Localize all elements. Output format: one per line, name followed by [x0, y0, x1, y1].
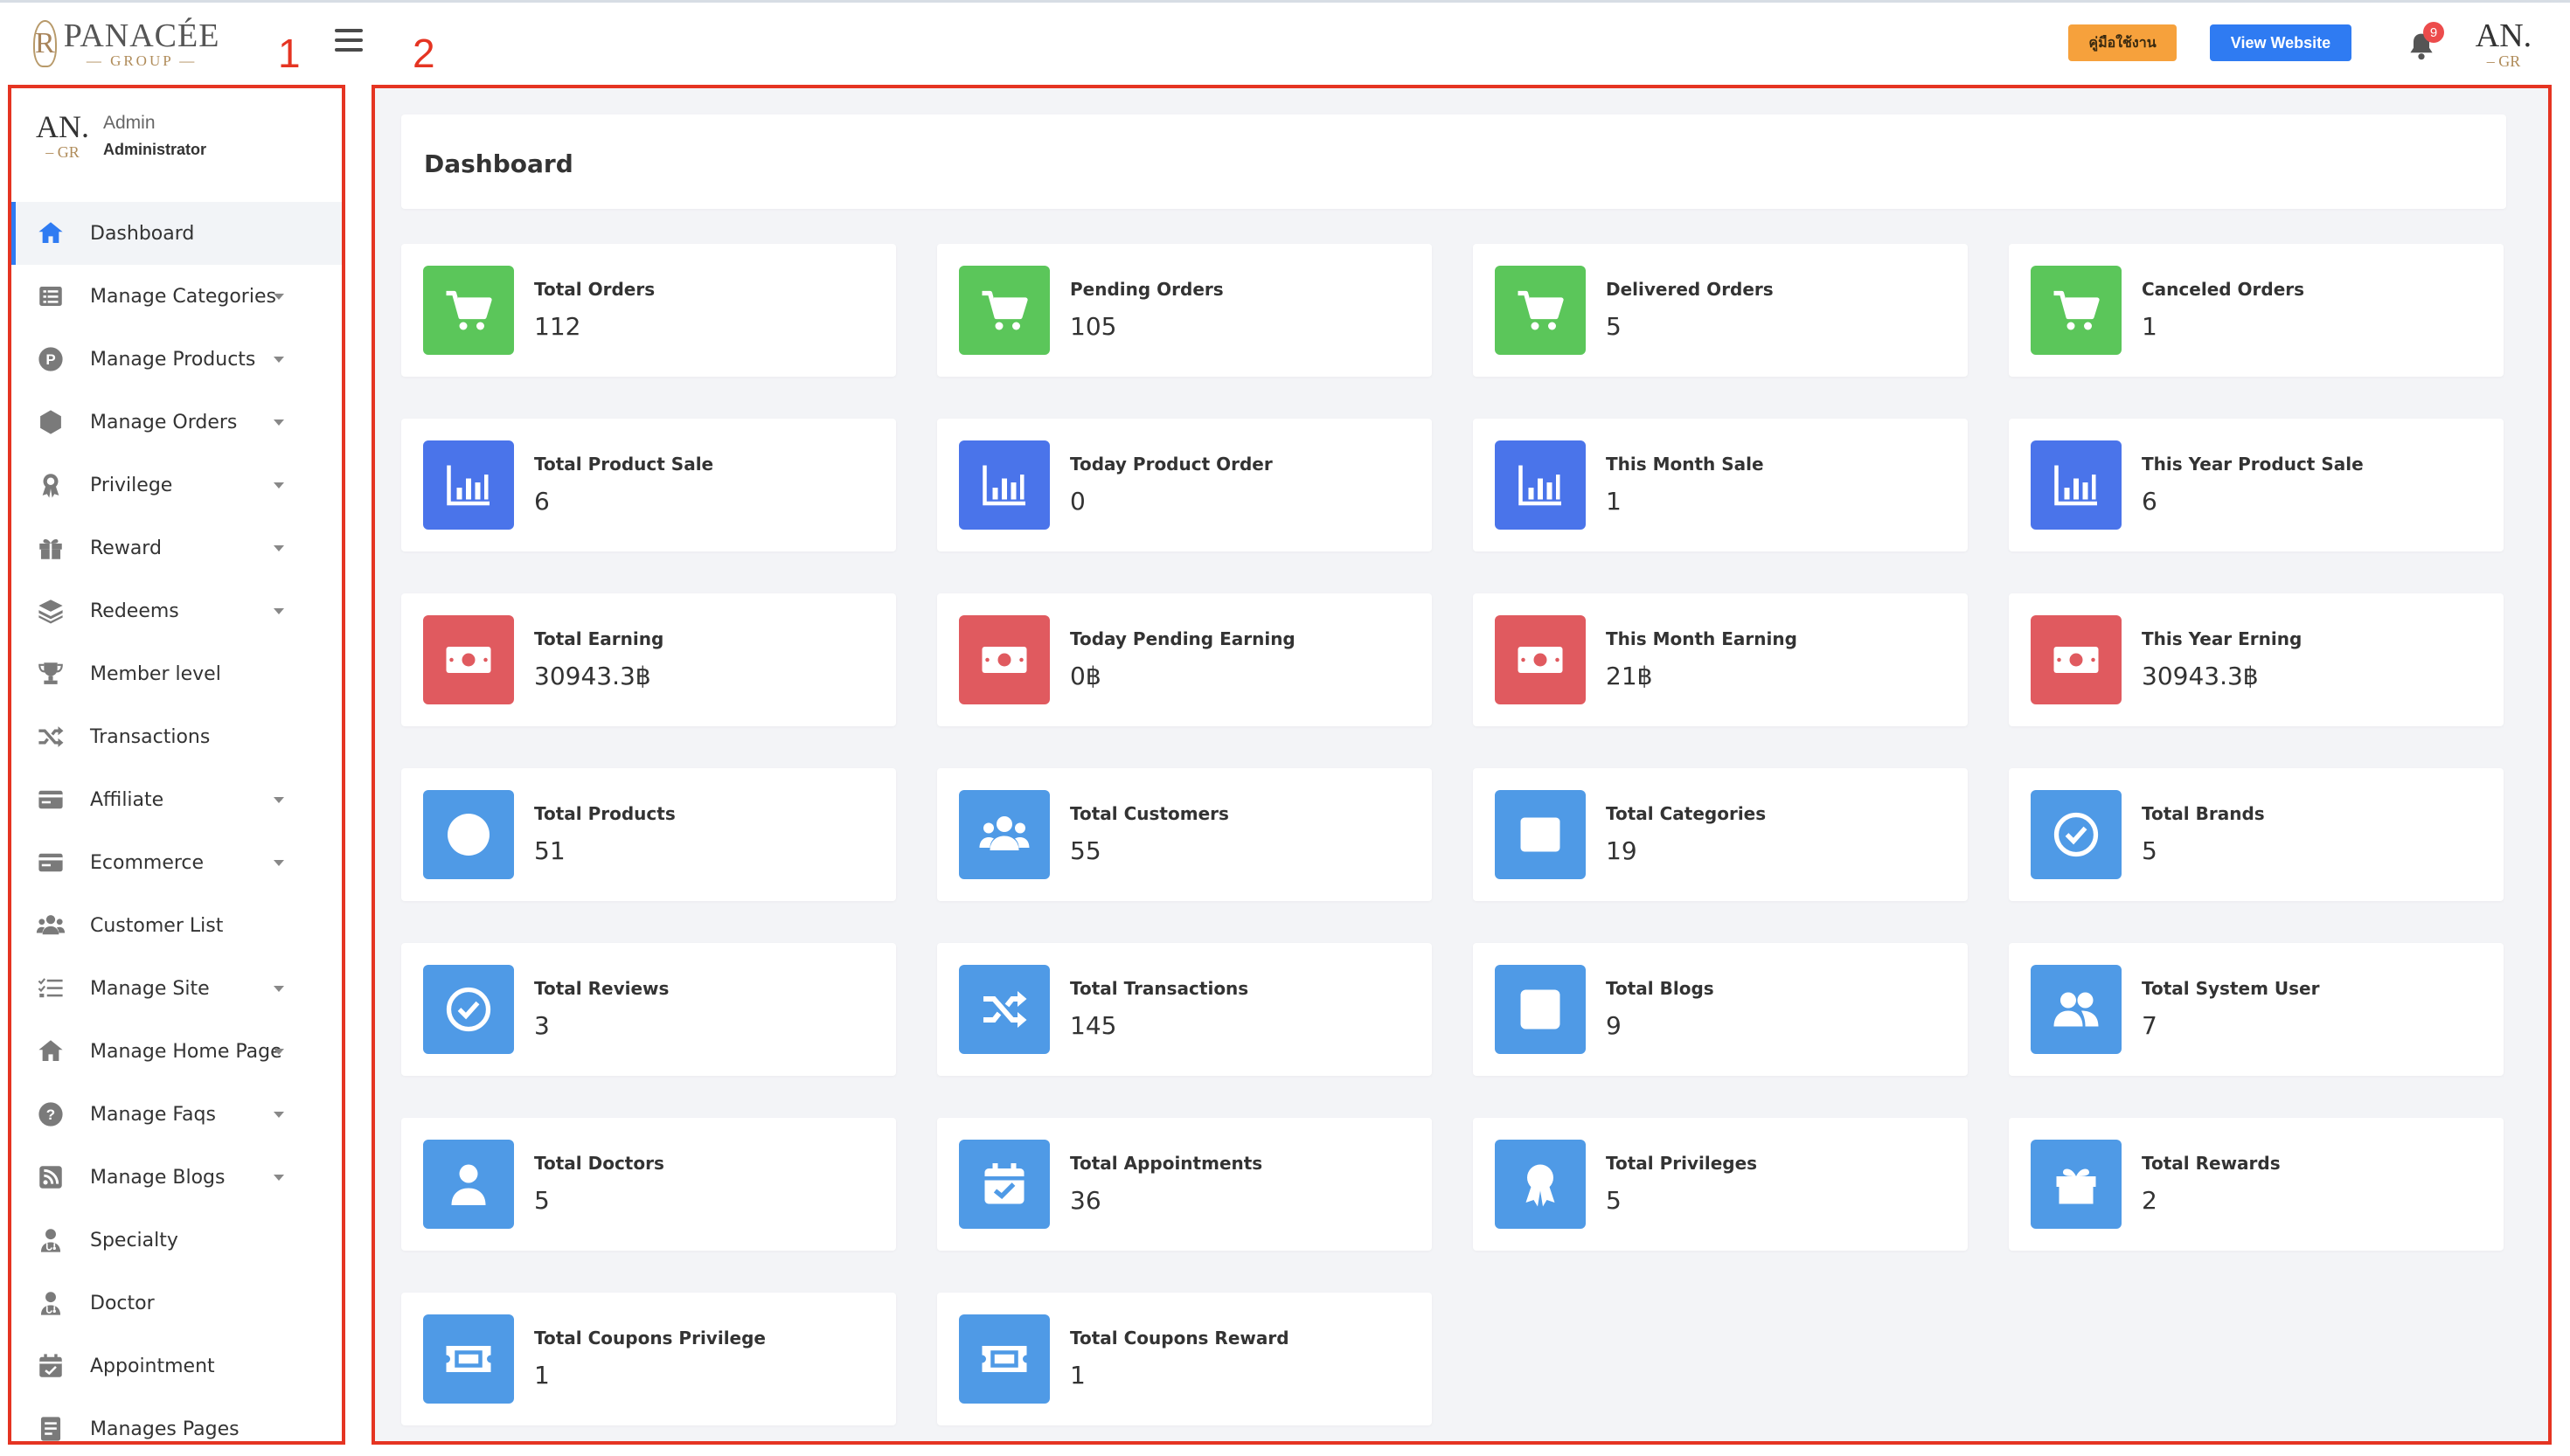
top-user-avatar[interactable]: AN. – GR — [2470, 18, 2537, 69]
top-bar: R PANACÉE — GROUP — คู่มือใช้งาน View We… — [0, 0, 2570, 80]
annotation-number-1: 1 — [278, 31, 301, 76]
annotation-number-2: 2 — [413, 31, 435, 76]
brand-logo[interactable]: R PANACÉE — GROUP — — [33, 17, 220, 71]
annotation-frame-content — [372, 85, 2552, 1445]
annotation-frame-sidebar — [8, 85, 345, 1445]
manual-button[interactable]: คู่มือใช้งาน — [2068, 24, 2177, 61]
notification-count-badge: 9 — [2423, 22, 2444, 43]
brand-name: PANACÉE — [63, 17, 220, 54]
brand-mark: R — [33, 20, 57, 67]
brand-subtitle: — GROUP — — [86, 52, 198, 69]
view-website-button[interactable]: View Website — [2210, 24, 2351, 61]
notification-bell-icon[interactable]: 9 — [2406, 22, 2444, 62]
menu-toggle-icon[interactable] — [335, 29, 363, 52]
